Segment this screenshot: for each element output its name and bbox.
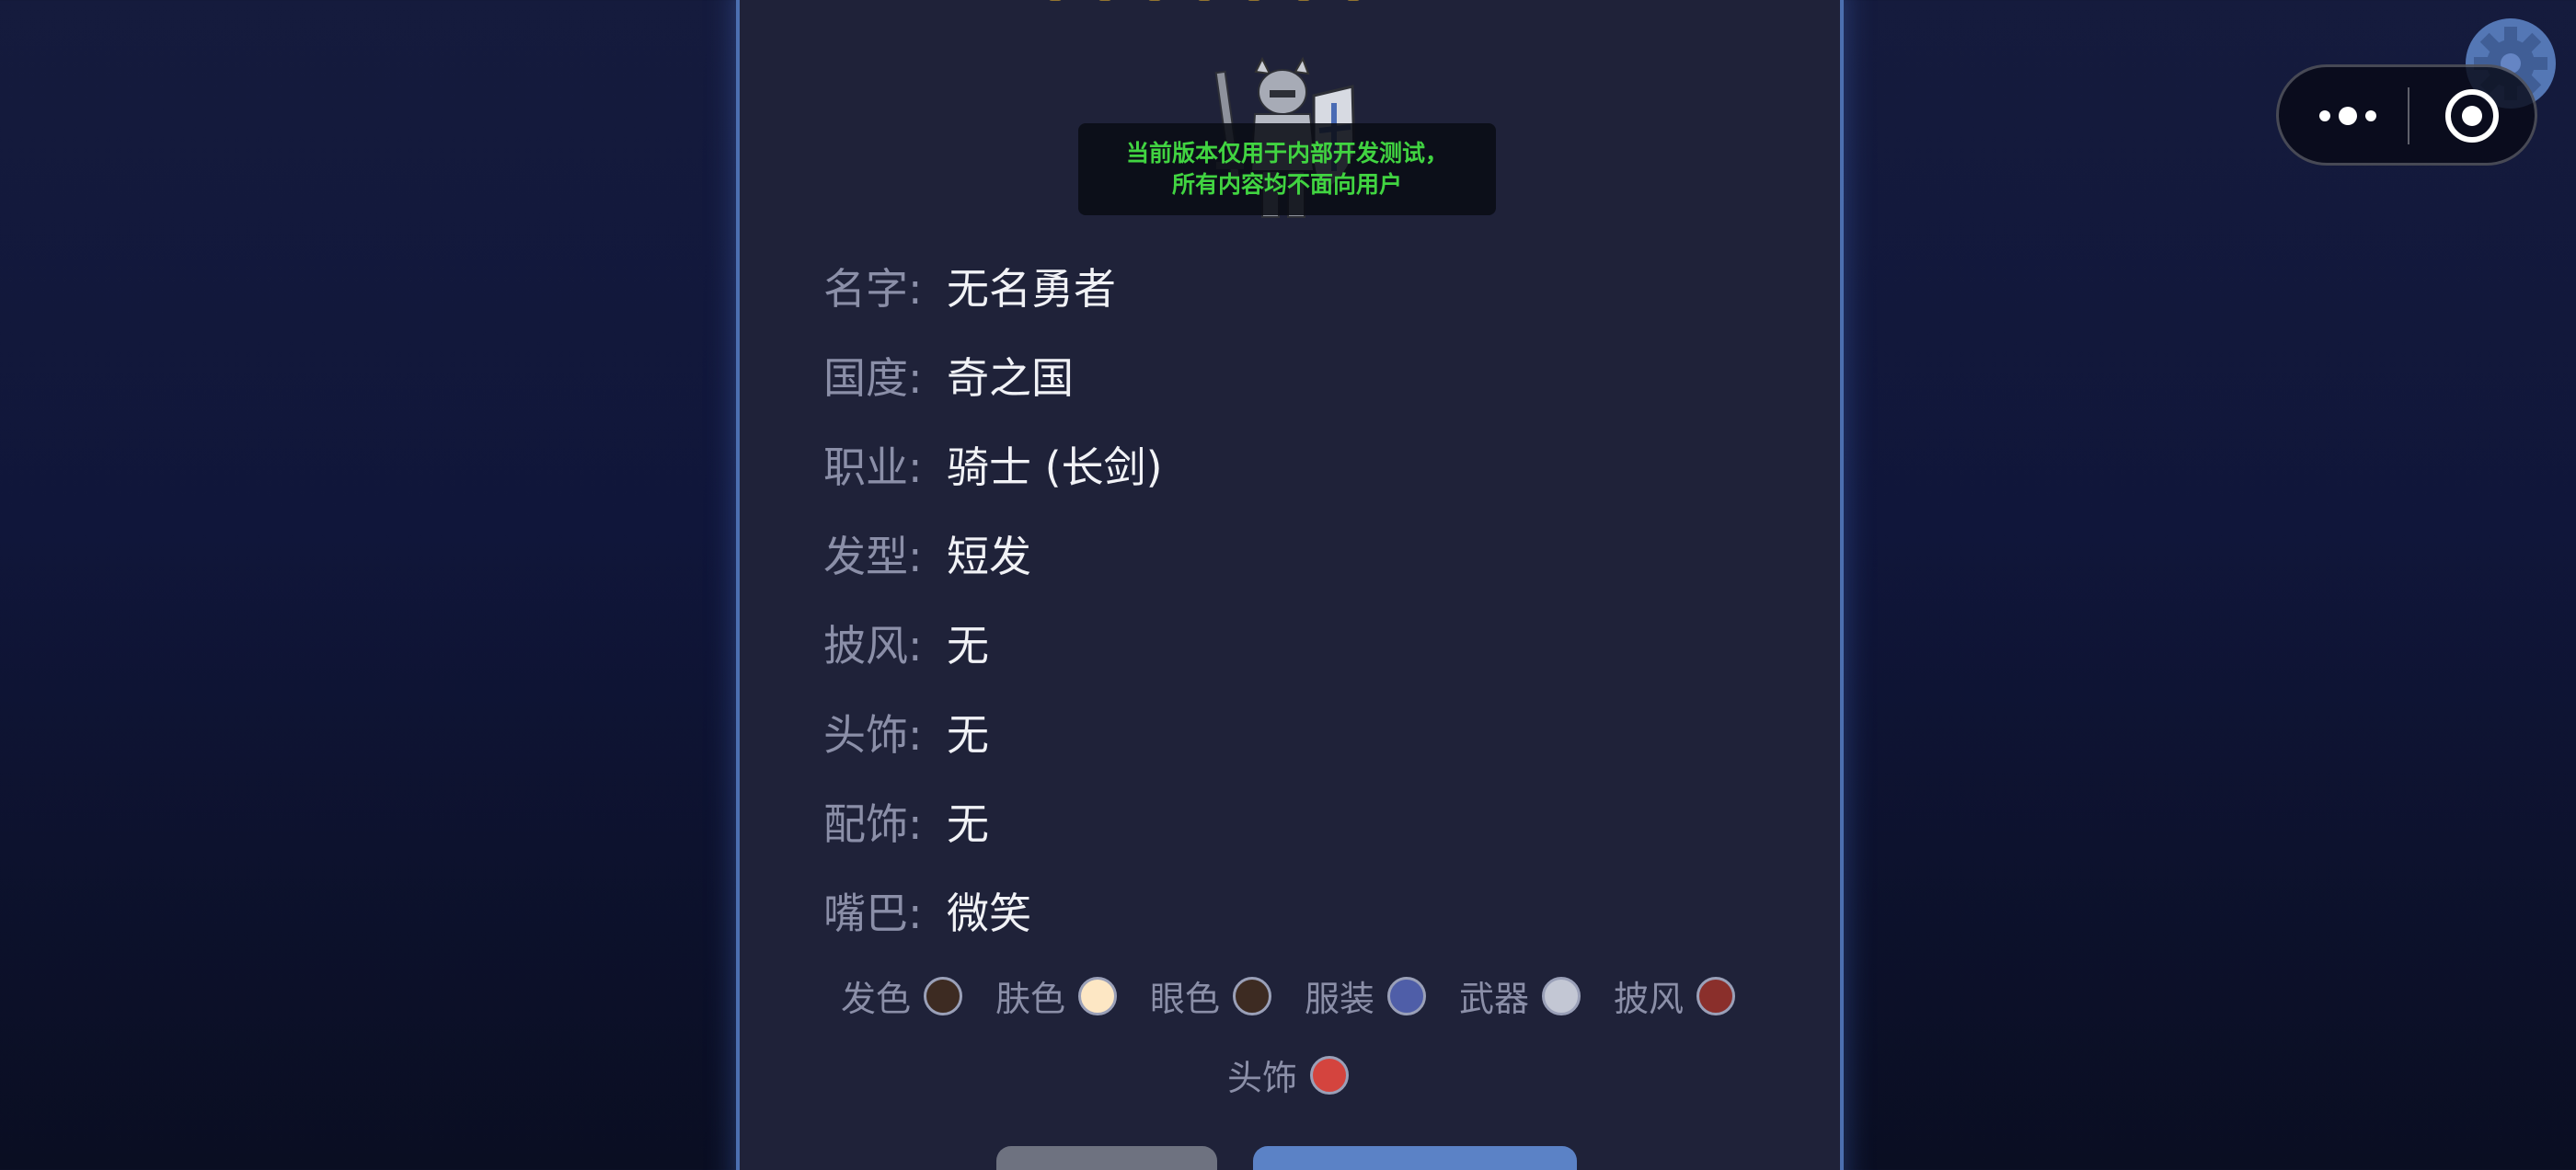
attr-row-mouth: 嘴巴: 微笑 (823, 883, 1031, 938)
attr-label: 职业: (823, 442, 923, 492)
attr-label: 头饰: (823, 710, 923, 760)
notice-line-2: 所有内容均不面向用户 (1171, 171, 1402, 198)
mini-program-capsule (2276, 64, 2537, 166)
attr-row-headwear: 头饰: 无 (823, 705, 989, 760)
capsule-divider (2408, 87, 2409, 144)
attr-value: 无 (947, 710, 989, 760)
attr-value: 无 (947, 621, 989, 671)
attr-value: 无 (947, 799, 989, 849)
color-option-weapon[interactable]: 武器 (1459, 970, 1581, 1021)
attr-value: 奇之国 (947, 353, 1074, 403)
swatch-label: 发色 (840, 979, 911, 1019)
color-swatch[interactable] (1387, 976, 1427, 1015)
color-option-hair[interactable]: 发色 (841, 970, 962, 1021)
color-swatch[interactable] (1077, 976, 1117, 1015)
swatch-label: 披风 (1614, 979, 1685, 1019)
attr-value: 无名勇者 (947, 264, 1116, 314)
color-swatch[interactable] (923, 976, 962, 1015)
attr-label: 嘴巴: (823, 889, 923, 938)
attr-label: 发型: (823, 532, 923, 581)
attr-label: 配饰: (823, 799, 923, 849)
swatch-label: 头饰 (1226, 1058, 1297, 1098)
swatch-label: 眼色 (1149, 979, 1220, 1019)
attr-value: 微笑 (947, 889, 1031, 938)
color-swatches-row-1: 发色 肤色 眼色 服装 武器 披风 (0, 970, 2576, 1021)
attr-value: 骑士 (长剑) (947, 442, 1163, 492)
color-swatches-row-2: 头饰 (0, 1050, 2576, 1100)
primary-action-button[interactable] (1253, 1146, 1577, 1170)
more-dots-icon[interactable] (2306, 86, 2389, 146)
notice-line-1: 当前版本仅用于内部开发测试， (1125, 140, 1448, 166)
secondary-action-button[interactable] (996, 1146, 1217, 1170)
color-option-headwear[interactable]: 头饰 (1227, 1050, 1349, 1100)
target-circle-icon[interactable] (2435, 86, 2509, 146)
swatch-label: 武器 (1459, 979, 1530, 1019)
dev-test-notice: 当前版本仅用于内部开发测试， 所有内容均不面向用户 (1078, 123, 1496, 215)
attr-label: 国度: (823, 353, 923, 403)
attr-row-country: 国度: 奇之国 (823, 348, 1074, 403)
attr-label: 名字: (823, 264, 923, 314)
swatch-label: 肤色 (995, 979, 1065, 1019)
color-swatch[interactable] (1310, 1055, 1349, 1095)
attr-label: 披风: (823, 621, 923, 671)
color-option-skin[interactable]: 肤色 (995, 970, 1117, 1021)
color-option-outfit[interactable]: 服装 (1305, 970, 1427, 1021)
swatch-label: 服装 (1305, 979, 1375, 1019)
attr-value: 短发 (947, 532, 1031, 581)
color-swatch[interactable] (1542, 976, 1581, 1015)
title-text-fragment (1049, 0, 1454, 2)
attr-row-name: 名字: 无名勇者 (823, 258, 1116, 314)
attr-row-cape: 披风: 无 (823, 615, 989, 671)
color-swatch[interactable] (1696, 976, 1736, 1015)
color-option-cape[interactable]: 披风 (1614, 970, 1736, 1021)
color-option-eyes[interactable]: 眼色 (1150, 970, 1271, 1021)
attr-row-accessory: 配饰: 无 (823, 794, 989, 849)
color-swatch[interactable] (1233, 976, 1271, 1015)
attr-row-class: 职业: 骑士 (长剑) (823, 437, 1163, 492)
attr-row-hairstyle: 发型: 短发 (823, 526, 1031, 581)
